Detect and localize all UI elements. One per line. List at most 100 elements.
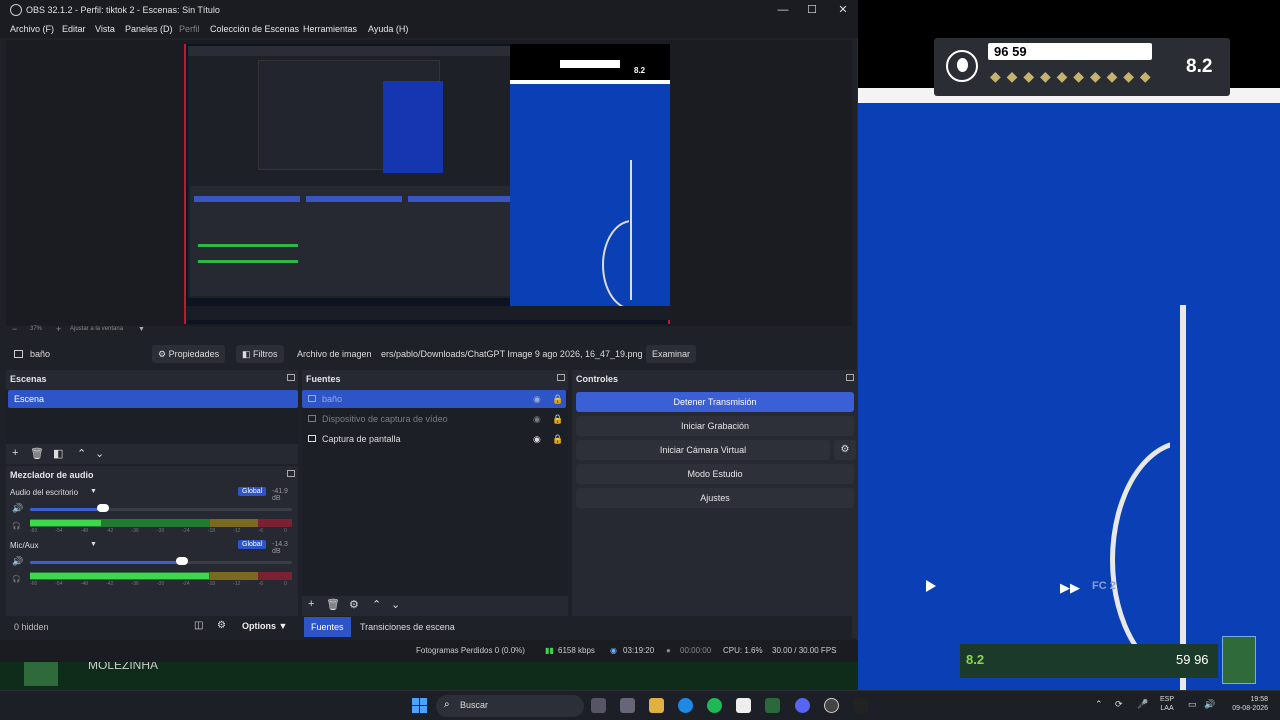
chevron-down-icon[interactable]: ▼ [90,488,97,495]
global-badge[interactable]: Global [238,487,267,496]
meter-tick-label: -54 [55,528,63,534]
meter-tick-label: -12 [233,581,241,587]
scene-item[interactable]: Escena [8,390,298,408]
settings-button[interactable]: Ajustes [576,488,854,508]
minimize-button[interactable]: — [776,3,790,17]
edge-icon[interactable] [678,698,693,713]
clock-time: 19:58 [1250,696,1268,703]
speaker-icon[interactable]: 🔊 [12,556,23,567]
mixer-settings-icon[interactable]: ⚙ [217,620,226,631]
search-icon: ⌕ [444,699,450,710]
menu-vista[interactable]: Vista [95,24,115,34]
menu-ayuda[interactable]: Ayuda (H) [368,24,408,34]
gear-icon[interactable]: ⚙ [349,598,359,611]
windows-start-icon[interactable] [412,698,427,713]
speaker-icon[interactable]: 🔊 [12,503,23,514]
studio-mode-button[interactable]: Modo Estudio [576,464,854,484]
game-app-icon[interactable] [853,698,868,713]
meter-level [30,520,101,526]
monitor-icon[interactable]: 🎧 [12,522,21,530]
menu-coleccion-escenas[interactable]: Colección de Escenas [210,24,299,34]
menu-paneles[interactable]: Paneles (D) [125,24,173,34]
add-icon[interactable]: + [12,447,18,459]
virtual-camera-settings-icon[interactable]: ⚙ [834,440,856,460]
chevron-down-icon[interactable]: ▼ [90,541,97,548]
meter-ticks: -60 -54 -48 -42 -36 -30 -24 -18 -12 -6 0 [30,528,292,536]
trash-icon[interactable]: 🗑 [326,598,340,611]
dock-float-icon[interactable] [287,470,295,477]
monitor-icon[interactable]: 🎧 [12,575,21,583]
sync-icon[interactable]: ⟳ [1115,699,1123,710]
image-file-path[interactable]: ers/pablo/Downloads/ChatGPT Image 9 ago … [381,349,643,359]
close-button[interactable]: ✕ [836,3,850,17]
menu-perfil[interactable]: Perfil [179,24,200,34]
eye-slash-icon[interactable]: ◉ [533,390,541,408]
volume-slider[interactable] [30,557,292,565]
options-button[interactable]: Options ▼ [242,621,287,631]
meter-tick-label: -48 [80,528,89,534]
background-strip: MOLEZINHA [0,658,858,690]
diamond-icons: ◆ ◆ ◆ ◆ ◆ ◆ ◆ ◆ ◆ ◆ [990,68,1152,84]
file-explorer-icon[interactable] [649,698,664,713]
tab-sources[interactable]: Fuentes [304,617,351,637]
clock[interactable]: 19:58 09-08-2026 [1226,695,1268,713]
layout-icon[interactable]: ◫ [194,620,203,631]
chevron-up-icon[interactable]: ⌃ [1095,699,1103,710]
arrow-down-icon[interactable]: ⌄ [95,447,104,460]
task-view-icon[interactable] [591,698,606,713]
bitrate-icon: ▮▮ [545,646,554,655]
menu-herramientas[interactable]: Herramientas [303,24,357,34]
lock-icon[interactable]: 🔒 [552,410,563,428]
arrow-up-icon[interactable]: ⌃ [372,598,381,611]
arrow-down-icon[interactable]: ⌄ [391,598,400,611]
start-virtual-camera-button[interactable]: Iniciar Cámara Virtual [576,440,830,460]
terminal-icon[interactable] [765,698,780,713]
taskbar-search[interactable]: ⌕ Buscar [436,695,584,717]
trash-icon[interactable]: 🗑 [30,447,44,460]
add-icon[interactable]: + [308,598,314,610]
settings-app-icon[interactable] [620,698,635,713]
volume-knob[interactable] [175,557,188,565]
start-recording-button[interactable]: Iniciar Grabación [576,416,854,436]
source-item-video-capture[interactable]: Dispositivo de captura de vídeo ◉ 🔒 [302,410,566,428]
global-badge[interactable]: Global [238,540,267,549]
zoom-in-button[interactable]: + [56,324,61,334]
dock-float-icon[interactable] [557,374,565,381]
dock-float-icon[interactable] [846,374,854,381]
arrow-up-icon[interactable]: ⌃ [77,447,86,460]
chevron-down-icon[interactable]: ▼ [138,326,145,333]
nested-white-band [510,80,670,84]
store-icon[interactable] [736,698,751,713]
properties-button[interactable]: ⚙ Propiedades [152,345,226,363]
stop-streaming-button[interactable]: Detener Transmisión [576,392,854,412]
preview-canvas[interactable]: 8.2 [184,44,672,324]
discord-icon[interactable] [795,698,810,713]
browse-button[interactable]: Examinar [646,345,697,363]
source-item-bano[interactable]: baño ◉ 🔒 [302,390,566,408]
menu-archivo[interactable]: Archivo (F) [10,24,54,34]
obs-taskbar-icon[interactable] [824,698,839,713]
filter-icon[interactable]: ◧ [53,447,63,460]
volume-knob[interactable] [97,504,110,512]
mic-icon[interactable]: 🎤 [1137,699,1148,710]
network-icon[interactable]: ▭ [1188,699,1197,710]
zoom-row: − 37% + Ajustar a la ventana ▼ [6,324,852,336]
dock-float-icon[interactable] [287,374,295,381]
source-toolbar: baño ⚙ Propiedades ◧ Filtros Archivo de … [6,342,852,366]
volume-icon[interactable]: 🔊 [1204,699,1215,710]
zoom-fit-label[interactable]: Ajustar a la ventana [70,326,123,332]
menu-editar[interactable]: Editar [62,24,86,34]
filters-button[interactable]: ◧ Filtros [236,345,284,363]
source-item-screen-capture[interactable]: Captura de pantalla ◉ 🔒 [302,430,566,448]
eye-icon[interactable]: ◉ [533,430,541,448]
volume-slider[interactable] [30,504,292,512]
game-hud: 96 59 ◆ ◆ ◆ ◆ ◆ ◆ ◆ ◆ ◆ ◆ 8.2 [934,38,1230,96]
language-indicator[interactable]: ESP LAA [1160,695,1174,713]
zoom-out-button[interactable]: − [12,324,17,334]
lock-icon[interactable]: 🔒 [552,430,563,448]
lock-icon[interactable]: 🔒 [552,390,563,408]
spotify-icon[interactable] [707,698,722,713]
tab-scene-transitions[interactable]: Transiciones de escena [360,622,455,632]
maximize-button[interactable]: ☐ [805,3,819,17]
eye-slash-icon[interactable]: ◉ [533,410,541,428]
